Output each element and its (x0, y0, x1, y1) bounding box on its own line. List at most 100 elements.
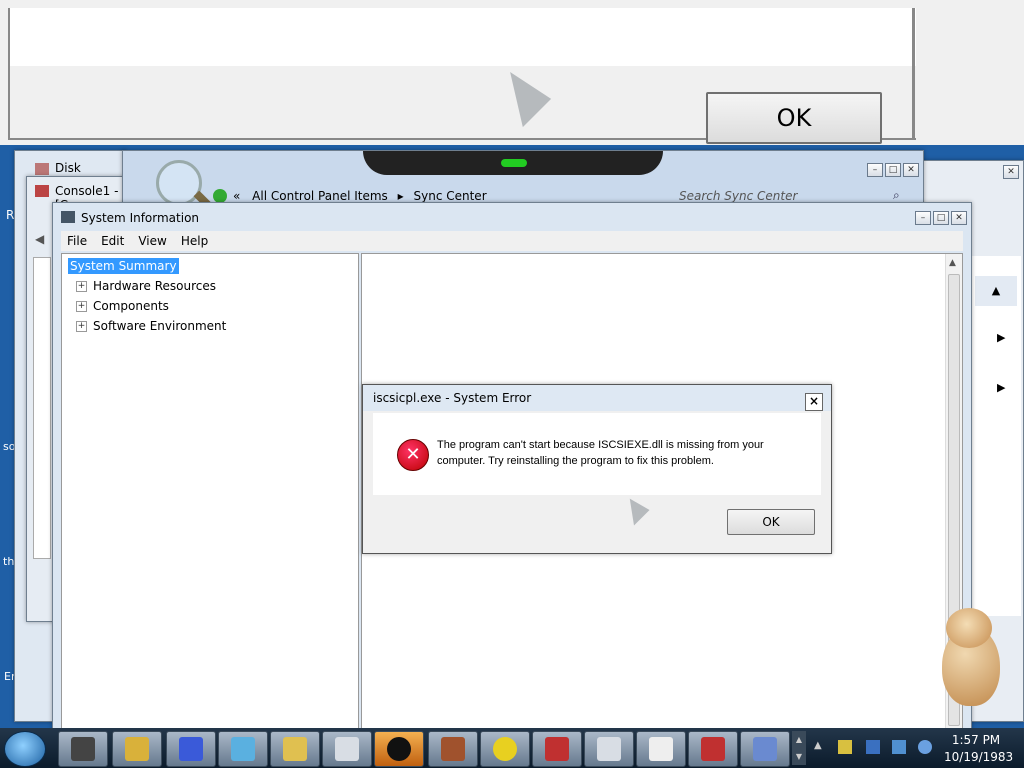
chevron-right-icon[interactable]: ▶ (997, 331, 1005, 344)
disk-cleanup-icon (35, 163, 49, 175)
tray-icon-2[interactable] (866, 740, 880, 754)
error-dialog-body: ✕ The program can't start because ISCSIE… (373, 413, 821, 495)
taskbar-item-5[interactable] (270, 731, 320, 767)
taskbar-item-7[interactable] (374, 731, 424, 767)
tree-item-hardware[interactable]: + Hardware Resources (76, 277, 216, 295)
desktop-label-th: th (3, 555, 15, 568)
breadcrumb-separator-2: ▸ (397, 189, 404, 203)
hamster-mascot (932, 604, 1006, 708)
magnifier-icon (156, 160, 202, 206)
scroll-up-icon[interactable]: ▲ (975, 276, 1017, 306)
taskbar-item-14[interactable] (740, 731, 790, 767)
taskbar-item-6[interactable] (322, 731, 372, 767)
sysinfo-title: System Information (81, 211, 200, 225)
key-icon (125, 737, 149, 761)
error-icon: ✕ (397, 439, 429, 471)
top-dialog-ok-button[interactable]: OK (706, 92, 882, 144)
nav-forward-icon[interactable] (213, 189, 227, 203)
top-dialog-content (8, 8, 916, 66)
error-dialog-ok-button[interactable]: OK (727, 509, 815, 535)
menu-view[interactable]: View (138, 234, 166, 248)
error-dialog-titlebar: iscsicpl.exe - System Error × (363, 385, 831, 411)
window-icon (335, 737, 359, 761)
tree-item-system-summary[interactable]: System Summary (68, 257, 179, 275)
start-button[interactable] (4, 731, 46, 767)
taskbar-item-1[interactable] (58, 731, 108, 767)
menu-help[interactable]: Help (181, 234, 208, 248)
taskbar-scroll[interactable]: ▲ ▼ (792, 731, 806, 765)
close-icon[interactable]: ✕ (903, 163, 919, 177)
toolbox-icon (545, 737, 569, 761)
error-dialog-title: iscsicpl.exe - System Error (373, 391, 532, 405)
expand-icon[interactable]: + (76, 321, 87, 332)
tree-item-software[interactable]: + Software Environment (76, 317, 226, 335)
font-viewer-icon (753, 737, 777, 761)
tray-icon-1[interactable] (838, 740, 852, 754)
show-hidden-icons[interactable]: ▲ (814, 740, 822, 751)
window-icon-2 (597, 737, 621, 761)
tree-item-components[interactable]: + Components (76, 297, 169, 315)
search-input[interactable]: Search Sync Center (679, 189, 797, 203)
info-icon (387, 737, 411, 761)
clock[interactable]: 1:57 PM 10/19/1983 (944, 732, 1014, 766)
font-icon (179, 737, 203, 761)
close-icon[interactable]: ✕ (1003, 165, 1019, 179)
toolbox-icon-2 (701, 737, 725, 761)
breadcrumb: « All Control Panel Items ▸ Sync Center (233, 189, 487, 203)
firewall-icon (441, 737, 465, 761)
clock-date: 10/19/1983 (944, 750, 1014, 764)
green-indicator-icon (501, 159, 527, 167)
console-back-icon[interactable]: ◀ (35, 232, 44, 246)
pen-icon (649, 737, 673, 761)
palette-icon (231, 737, 255, 761)
back-window-controls: ✕ (1003, 165, 1019, 179)
maximize-icon[interactable]: □ (933, 211, 949, 225)
expand-icon[interactable]: + (76, 281, 87, 292)
tray-volume-icon[interactable] (918, 740, 932, 754)
taskbar-item-3[interactable] (166, 731, 216, 767)
close-icon: × (808, 394, 820, 408)
error-dialog: iscsicpl.exe - System Error × ✕ The prog… (362, 384, 832, 554)
taskbar-item-8[interactable] (428, 731, 478, 767)
control-panel-controls: – □ ✕ (867, 163, 919, 177)
menu-file[interactable]: File (67, 234, 87, 248)
tree-item-label: Hardware Resources (93, 279, 217, 293)
breadcrumb-separator: « (233, 189, 241, 203)
taskbar-item-11[interactable] (584, 731, 634, 767)
tree-pane: System Summary + Hardware Resources + Comp… (61, 253, 359, 731)
cursor-arrow-icon (618, 494, 650, 526)
error-message-line2: computer. Try reinstalling the program t… (437, 455, 714, 467)
menu-bar: File Edit View Help (61, 231, 963, 251)
search-icon[interactable]: ⌕ (893, 188, 900, 203)
sysinfo-app-icon (61, 211, 75, 223)
minimize-icon[interactable]: – (915, 211, 931, 225)
taskbar-item-13[interactable] (688, 731, 738, 767)
close-icon[interactable]: ✕ (951, 211, 967, 225)
error-message-line1: The program can't start because ISCSIEXE… (437, 439, 764, 451)
maximize-icon[interactable]: □ (885, 163, 901, 177)
minimize-icon[interactable]: – (867, 163, 883, 177)
taskbar-item-10[interactable] (532, 731, 582, 767)
error-dialog-ok-label: OK (762, 515, 780, 529)
menu-edit[interactable]: Edit (101, 234, 124, 248)
taskbar-item-9[interactable] (480, 731, 530, 767)
taskbar-item-4[interactable] (218, 731, 268, 767)
taskbar-item-12[interactable] (636, 731, 686, 767)
hamster-head (946, 608, 992, 648)
back-window-right-panel (971, 256, 1021, 616)
console-icon (35, 185, 49, 197)
tree-item-label: System Summary (68, 258, 179, 274)
top-dialog-right-frame (912, 8, 915, 138)
scroll-up-icon[interactable]: ▲ (949, 258, 956, 268)
taskbar-item-2[interactable] (112, 731, 162, 767)
x-icon (493, 737, 517, 761)
breadcrumb-item-sync[interactable]: Sync Center (414, 189, 487, 203)
expand-icon[interactable]: + (76, 301, 87, 312)
tree-item-label: Software Environment (93, 319, 227, 333)
pointer-icon (283, 737, 307, 761)
sysinfo-controls: – □ ✕ (915, 211, 967, 225)
error-dialog-close-button[interactable]: × (805, 393, 823, 411)
tray-network-icon[interactable] (892, 740, 906, 754)
chevron-right-icon-2[interactable]: ▶ (997, 381, 1005, 394)
breadcrumb-item-all[interactable]: All Control Panel Items (252, 189, 388, 203)
